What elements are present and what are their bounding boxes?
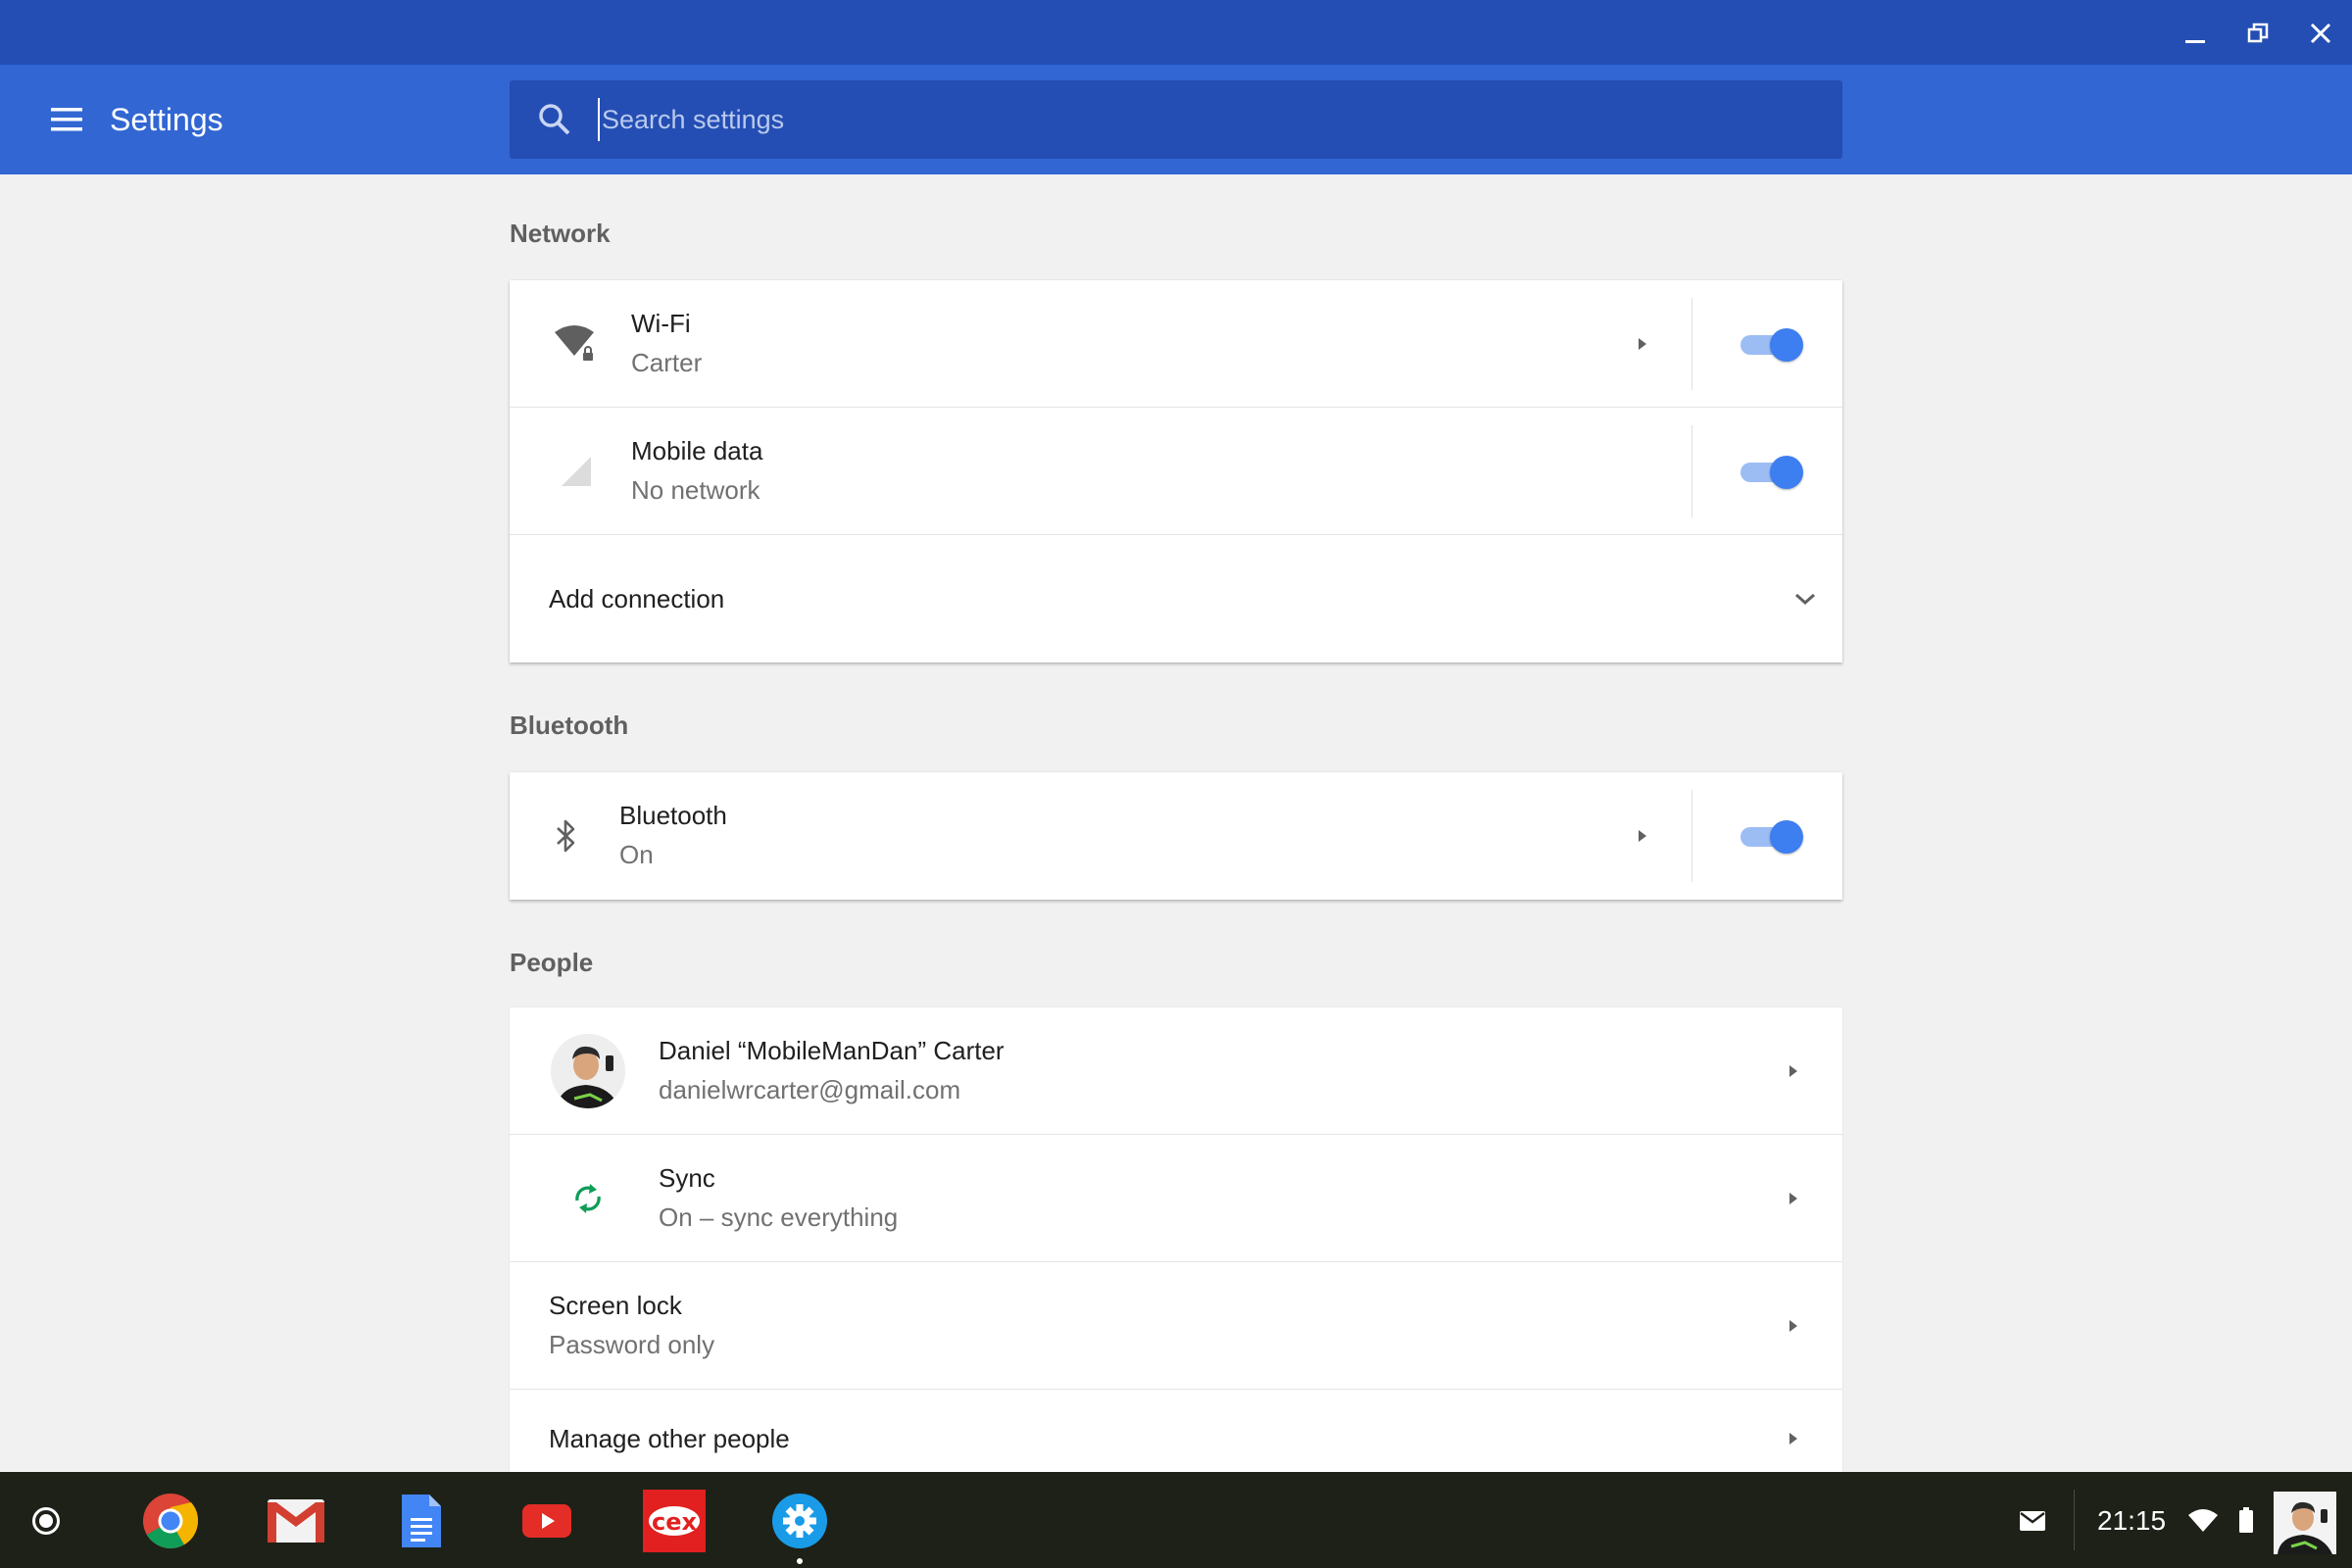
tray-divider: [2074, 1490, 2075, 1550]
wifi-network-name: Carter: [631, 348, 703, 377]
bluetooth-toggle[interactable]: [1740, 819, 1803, 855]
mobile-data-status: No network: [631, 475, 760, 505]
network-card: Wi-Fi Carter Mobile data No network Add …: [510, 280, 1842, 662]
people-card: Daniel “MobileManDan” Carter danielwrcar…: [510, 1007, 1842, 1472]
sync-label: Sync: [659, 1163, 715, 1193]
mobile-data-row[interactable]: Mobile data No network: [510, 408, 1842, 535]
wifi-row[interactable]: Wi-Fi Carter: [510, 280, 1842, 408]
row-divider: [1691, 298, 1692, 390]
docs-icon[interactable]: [392, 1492, 451, 1550]
section-title-people: People: [510, 948, 594, 977]
sync-arrow-icon[interactable]: [1778, 1183, 1809, 1214]
sync-row[interactable]: Sync On – sync everything: [510, 1135, 1842, 1262]
active-app-indicator: [797, 1558, 803, 1564]
menu-button[interactable]: [43, 98, 90, 141]
wifi-lock-icon: [547, 280, 606, 408]
sync-icon: [568, 1135, 608, 1262]
toggle-knob: [1770, 820, 1803, 854]
youtube-icon[interactable]: [517, 1492, 576, 1550]
bluetooth-status: On: [619, 840, 654, 869]
cex-icon-label: cex: [652, 1508, 698, 1536]
account-avatar-wrap: [551, 1007, 625, 1135]
minimize-icon: [2185, 40, 2205, 43]
wifi-arrow-icon[interactable]: [1627, 328, 1658, 360]
app-header: Settings: [0, 65, 2352, 174]
screen-lock-row[interactable]: Screen lock Password only: [510, 1262, 1842, 1390]
bluetooth-arrow-icon[interactable]: [1627, 820, 1658, 852]
minimize-button[interactable]: [2174, 12, 2217, 55]
launcher-button[interactable]: [32, 1507, 60, 1535]
bluetooth-row[interactable]: Bluetooth On: [510, 772, 1842, 900]
add-connection-label: Add connection: [549, 584, 725, 613]
bluetooth-label: Bluetooth: [619, 801, 727, 830]
mobile-signal-icon: [547, 408, 606, 535]
restore-icon: [2247, 23, 2269, 43]
mobile-data-toggle[interactable]: [1740, 455, 1803, 490]
menu-icon: [51, 108, 82, 131]
gmail-icon[interactable]: [267, 1492, 325, 1550]
account-email: danielwrcarter@gmail.com: [659, 1075, 961, 1104]
restore-button[interactable]: [2236, 12, 2279, 55]
search-input[interactable]: [598, 98, 1813, 141]
user-avatar[interactable]: [2274, 1492, 2336, 1554]
cex-icon[interactable]: cex: [643, 1490, 706, 1552]
close-icon: [2310, 23, 2331, 44]
wifi-toggle[interactable]: [1740, 327, 1803, 363]
row-divider: [1691, 425, 1692, 517]
account-row[interactable]: Daniel “MobileManDan” Carter danielwrcar…: [510, 1007, 1842, 1135]
section-title-bluetooth: Bluetooth: [510, 710, 629, 740]
toggle-knob: [1770, 328, 1803, 362]
manage-people-label: Manage other people: [549, 1424, 790, 1453]
manage-people-arrow-icon[interactable]: [1778, 1423, 1809, 1454]
wifi-icon[interactable]: [2185, 1505, 2221, 1535]
add-connection-row[interactable]: Add connection: [510, 535, 1842, 662]
notification-icon[interactable]: [2017, 1507, 2048, 1535]
close-button[interactable]: [2299, 12, 2342, 55]
launcher-icon: [39, 1514, 53, 1528]
clock[interactable]: 21:15: [2097, 1505, 2166, 1537]
screen-lock-arrow-icon[interactable]: [1778, 1310, 1809, 1342]
mobile-data-label: Mobile data: [631, 436, 763, 466]
row-divider: [1691, 790, 1692, 882]
shelf: cex 21:15: [0, 1472, 2352, 1568]
chrome-icon[interactable]: [141, 1492, 200, 1550]
app-title: Settings: [110, 102, 223, 137]
screen-lock-status: Password only: [549, 1330, 715, 1359]
search-box[interactable]: [510, 80, 1842, 159]
bluetooth-icon: [547, 772, 586, 900]
account-arrow-icon[interactable]: [1778, 1055, 1809, 1087]
avatar: [551, 1034, 625, 1108]
account-name: Daniel “MobileManDan” Carter: [659, 1036, 1004, 1065]
manage-people-row[interactable]: Manage other people: [510, 1390, 1842, 1472]
window-title-bar: [0, 0, 2352, 65]
search-icon: [539, 104, 570, 135]
battery-icon[interactable]: [2236, 1505, 2256, 1535]
settings-app-icon[interactable]: [770, 1492, 829, 1550]
screen-lock-label: Screen lock: [549, 1291, 682, 1320]
section-title-network: Network: [510, 219, 611, 248]
sync-status: On – sync everything: [659, 1202, 899, 1232]
bluetooth-card: Bluetooth On: [510, 772, 1842, 900]
toggle-knob: [1770, 456, 1803, 489]
wifi-label: Wi-Fi: [631, 309, 691, 338]
chevron-down-icon[interactable]: [1786, 583, 1825, 614]
